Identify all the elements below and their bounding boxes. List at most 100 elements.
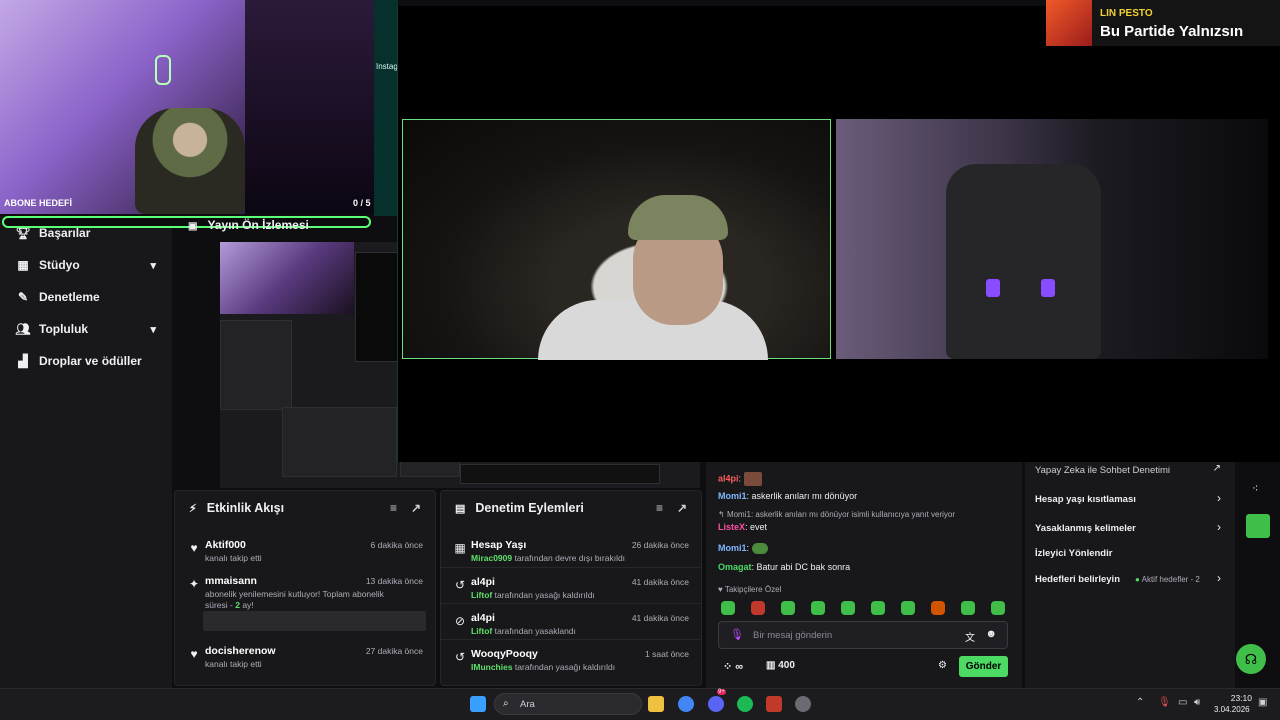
discord-icon[interactable]: 9+ <box>708 689 726 712</box>
mod-title: Denetim Eylemleri <box>475 501 584 515</box>
emoji-icon[interactable]: ☻ <box>985 628 997 640</box>
chat-message[interactable]: Momi1: askerlik anıları mı dönüyor <box>718 491 857 501</box>
chrome-icon[interactable] <box>678 696 694 712</box>
goal-label: ABONE HEDEFİ <box>4 198 73 208</box>
emote-button[interactable] <box>991 601 1005 615</box>
start-icon[interactable] <box>470 696 486 712</box>
emote <box>743 472 762 486</box>
activity-item[interactable]: ♥ docisherenow kanalı takip etti 27 daki… <box>175 637 435 673</box>
moderation-settings: Yapay Zeka ile Sohbet Denetimi ↗ Hesap y… <box>1025 462 1235 688</box>
album-art <box>1046 0 1092 46</box>
status-dot: ● <box>1135 575 1142 584</box>
preview-taskbar <box>460 464 660 484</box>
nav-item-studio[interactable]: ▦ Stüdyo ▾ <box>0 250 172 280</box>
app-icon[interactable] <box>766 696 782 712</box>
emote-button[interactable] <box>811 601 825 615</box>
mod-item[interactable]: ▦ Hesap Yaşı Mirac0909 tarafından devre … <box>441 531 701 567</box>
obs-icon[interactable] <box>795 696 811 712</box>
mod-item[interactable]: ↺ al4pi Liftof tarafından yasağı kaldırı… <box>441 567 701 603</box>
points-icon: ⁘ <box>723 661 736 673</box>
translate-icon[interactable]: 文 <box>965 629 975 644</box>
emote-button[interactable] <box>871 601 885 615</box>
emote-button[interactable] <box>781 601 795 615</box>
chevron-up-icon[interactable]: ⌃ <box>1136 697 1144 708</box>
popout-icon[interactable]: ↗ <box>677 501 687 515</box>
chat-message[interactable]: Momi1: <box>718 543 768 555</box>
emote-button[interactable] <box>721 601 735 615</box>
chat-reply: ↰ Momi1: askerlik anıları mı dönüyor isi… <box>718 510 956 519</box>
wrench-icon: ✎ <box>17 290 29 304</box>
activity-item[interactable]: ♥ Aktif000 kanalı takip etti 6 dakika ön… <box>175 531 435 567</box>
document-icon: ▤ <box>455 502 466 515</box>
spotify-icon[interactable] <box>737 696 753 712</box>
send-button[interactable]: Gönder <box>959 656 1008 677</box>
mic-icon[interactable]: 🎙︎ <box>730 628 744 641</box>
goal-progress-bar <box>2 216 371 228</box>
chair-led <box>986 279 1000 297</box>
followers-only-label: ♥ Takipçilere Özel <box>718 585 782 594</box>
lightning-icon: ⚡︎ <box>189 502 197 515</box>
popout-icon[interactable]: ↗ <box>411 501 421 515</box>
notification-icon[interactable]: ▣ <box>1258 697 1267 708</box>
chevron-right-icon[interactable]: › <box>1217 571 1221 585</box>
active-goals-note: ● Aktif hedefler - 2 <box>1135 575 1200 584</box>
emote-button[interactable] <box>961 601 975 615</box>
nav-item-drops[interactable]: ▟ Droplar ve ödüller <box>0 346 172 376</box>
activity-feed-panel: ⚡︎ Etkinlik Akışı ≡ ↗ ♥ Aktif000 kanalı … <box>174 490 436 686</box>
studio-icon: ▦ <box>17 258 29 272</box>
community-icon: 👥︎ <box>15 322 31 336</box>
side-strip <box>374 0 398 216</box>
settings-icon[interactable]: ⚙ <box>938 660 947 671</box>
store-points[interactable]: ▥ 400 <box>766 660 795 671</box>
calendar-icon: ▦ <box>454 541 466 555</box>
activity-title: Etkinlik Akışı <box>206 501 285 515</box>
chat-input[interactable]: 🎙︎ Bir mesaj gönderin 文 ☻ <box>718 621 1008 649</box>
heart-icon: ♥ <box>190 541 198 555</box>
emote-button[interactable] <box>931 601 945 615</box>
flag-icon[interactable] <box>1246 514 1270 538</box>
share-icon[interactable]: ⁖ <box>1252 482 1258 495</box>
heart-icon: ♥ <box>718 585 725 594</box>
setting-ai-moderation[interactable]: Yapay Zeka ile Sohbet Denetimi <box>1035 465 1170 476</box>
filter-icon[interactable]: ≡ <box>656 501 663 515</box>
support-icon[interactable]: ☊ <box>1236 644 1266 674</box>
nav-item-community[interactable]: 👥︎ Topluluk ▾ <box>0 314 172 344</box>
external-link-icon[interactable]: ↗ <box>1213 463 1221 474</box>
undo-icon: ↺ <box>454 650 466 664</box>
emote-button[interactable] <box>901 601 915 615</box>
goal-count: 0 / 5 <box>353 198 371 208</box>
mod-item[interactable]: ⊘ al4pi Liftof tarafından yasaklandı 41 … <box>441 603 701 639</box>
monitor-icon[interactable]: ▭ <box>1178 697 1187 708</box>
chevron-right-icon[interactable]: › <box>1217 520 1221 534</box>
taskbar-search[interactable]: ⌕ Ara <box>494 693 642 715</box>
message-box <box>203 611 426 631</box>
setting-banned-words[interactable]: Yasaklanmış kelimeler <box>1035 523 1136 534</box>
right-rail: ⁖ ☊ <box>1236 462 1280 688</box>
emote-button[interactable] <box>751 601 765 615</box>
preview-webcam <box>220 242 354 314</box>
activity-item[interactable]: ✦ mmaisann abonelik yenilemesini kutluyo… <box>175 567 435 637</box>
chat-message[interactable]: ListeX: evet <box>718 522 767 532</box>
mic-tray-icon[interactable]: 🎙︎ <box>1158 697 1171 708</box>
setting-raid-viewers[interactable]: İzleyici Yönlendir <box>1035 548 1112 559</box>
notification-badge: 9+ <box>717 689 726 695</box>
date[interactable]: 3.04.2026 <box>1214 705 1250 714</box>
clock[interactable]: 23:10 <box>1224 693 1252 703</box>
filter-icon[interactable]: ≡ <box>390 501 397 515</box>
guest-camera-2 <box>836 119 1268 359</box>
channel-points[interactable]: ⁘ ∞ <box>723 660 743 673</box>
mod-header: ▤ Denetim Eylemleri ≡ ↗ <box>441 491 701 525</box>
chevron-right-icon[interactable]: › <box>1217 491 1221 505</box>
artist-name: LIN PESTO <box>1100 8 1153 19</box>
guest-camera-1 <box>402 119 831 360</box>
chat-message[interactable]: Omagat: Batur abi DC bak sonra <box>718 562 850 572</box>
setting-account-age[interactable]: Hesap yaşı kısıtlaması <box>1035 494 1136 505</box>
setting-goals[interactable]: Hedefleri belirleyin <box>1035 574 1120 585</box>
emote-button[interactable] <box>841 601 855 615</box>
nav-item-moderation[interactable]: ✎ Denetleme <box>0 282 172 312</box>
chat-message[interactable]: al4pi: <box>718 472 762 486</box>
volume-icon[interactable]: 🔊︎ <box>1194 697 1200 708</box>
chevron-down-icon: ▾ <box>150 259 156 272</box>
folder-icon[interactable] <box>648 696 664 712</box>
mod-item[interactable]: ↺ WooqyPooqy IMunchies tarafından yasağı… <box>441 639 701 675</box>
